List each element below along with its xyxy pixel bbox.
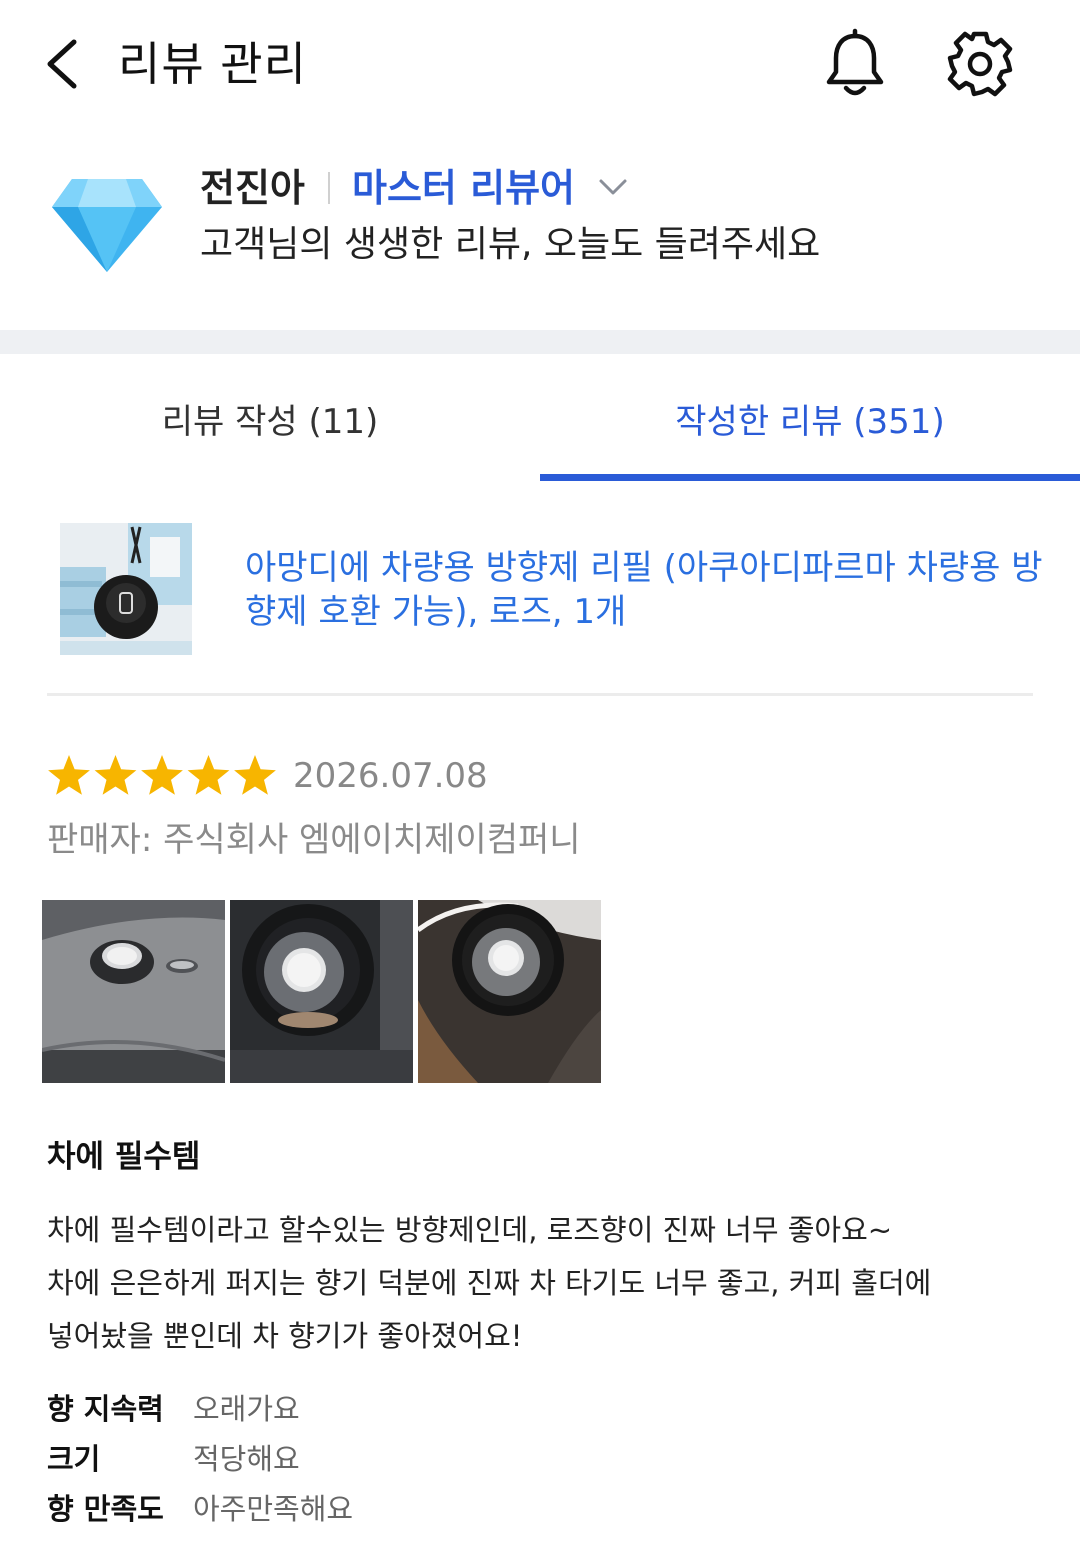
- attribute-row-scent-duration: 향 지속력 오래가요: [47, 1386, 300, 1432]
- product-divider: [47, 693, 1033, 696]
- attribute-value: 적당해요: [193, 1442, 300, 1476]
- attribute-row-size: 크기 적당해요: [47, 1436, 300, 1482]
- grade-dropdown-button[interactable]: [598, 174, 628, 200]
- star-icon: [234, 755, 276, 795]
- star-icon: [141, 755, 183, 795]
- tab-written-reviews[interactable]: 작성한 리뷰 (351): [540, 356, 1080, 480]
- star-icon: [94, 755, 137, 795]
- product-title-link[interactable]: 아망디에 차량용 방향제 리필 (아쿠아디파르마 차량용 방향제 호환 가능),…: [245, 546, 1045, 634]
- review-date: 2026.07.08: [293, 756, 488, 796]
- review-photo-2[interactable]: [230, 900, 413, 1083]
- notifications-button[interactable]: [822, 28, 888, 100]
- attribute-label: 향 지속력: [47, 1392, 164, 1426]
- star-icon: [48, 755, 90, 795]
- attribute-label: 크기: [47, 1442, 101, 1476]
- review-photo-3[interactable]: [418, 900, 601, 1083]
- section-divider: [0, 330, 1080, 354]
- attribute-value: 아주만족해요: [193, 1492, 354, 1526]
- tab-write-review[interactable]: 리뷰 작성 (11): [0, 356, 540, 480]
- name-grade-separator: [328, 172, 330, 204]
- attribute-value: 오래가요: [193, 1392, 300, 1426]
- star-icon: [187, 755, 230, 795]
- attribute-row-scent-satisfaction: 향 만족도 아주만족해요: [47, 1486, 353, 1532]
- back-button[interactable]: [40, 34, 90, 94]
- seller-name: 판매자: 주식회사 엠에이치제이컴퍼니: [47, 820, 581, 860]
- diamond-icon: [50, 175, 164, 275]
- settings-button[interactable]: [944, 28, 1016, 100]
- profile-greeting: 고객님의 생생한 리뷰, 오늘도 들려주세요: [200, 224, 821, 265]
- attribute-label: 향 만족도: [47, 1492, 164, 1526]
- page-title: 리뷰 관리: [118, 37, 307, 91]
- review-headline: 차에 필수템: [47, 1139, 201, 1175]
- active-tab-indicator: [540, 474, 1080, 481]
- star-rating: [46, 752, 278, 800]
- gear-icon: [947, 31, 1013, 97]
- bell-icon: [826, 28, 884, 96]
- review-body-line: 넣어놨을 뿐인데 차 향기가 좋아졌어요!: [47, 1319, 523, 1353]
- reviewer-grade[interactable]: 마스터 리뷰어: [352, 162, 575, 214]
- review-photo-1[interactable]: [42, 900, 225, 1083]
- review-body: 차에 필수템이라고 할수있는 방향제인데, 로즈향이 진짜 너무 좋아요~ 차에…: [47, 1204, 1047, 1363]
- review-body-line: 차에 은은하게 퍼지는 향기 덕분에 진짜 차 타기도 너무 좋고, 커피 홀더…: [47, 1266, 932, 1300]
- chevron-down-icon: [599, 179, 627, 195]
- product-thumbnail[interactable]: [60, 523, 192, 655]
- review-body-line: 차에 필수템이라고 할수있는 방향제인데, 로즈향이 진짜 너무 좋아요~: [47, 1213, 893, 1247]
- profile-name: 전진아: [200, 166, 305, 210]
- chevron-left-icon: [47, 39, 77, 89]
